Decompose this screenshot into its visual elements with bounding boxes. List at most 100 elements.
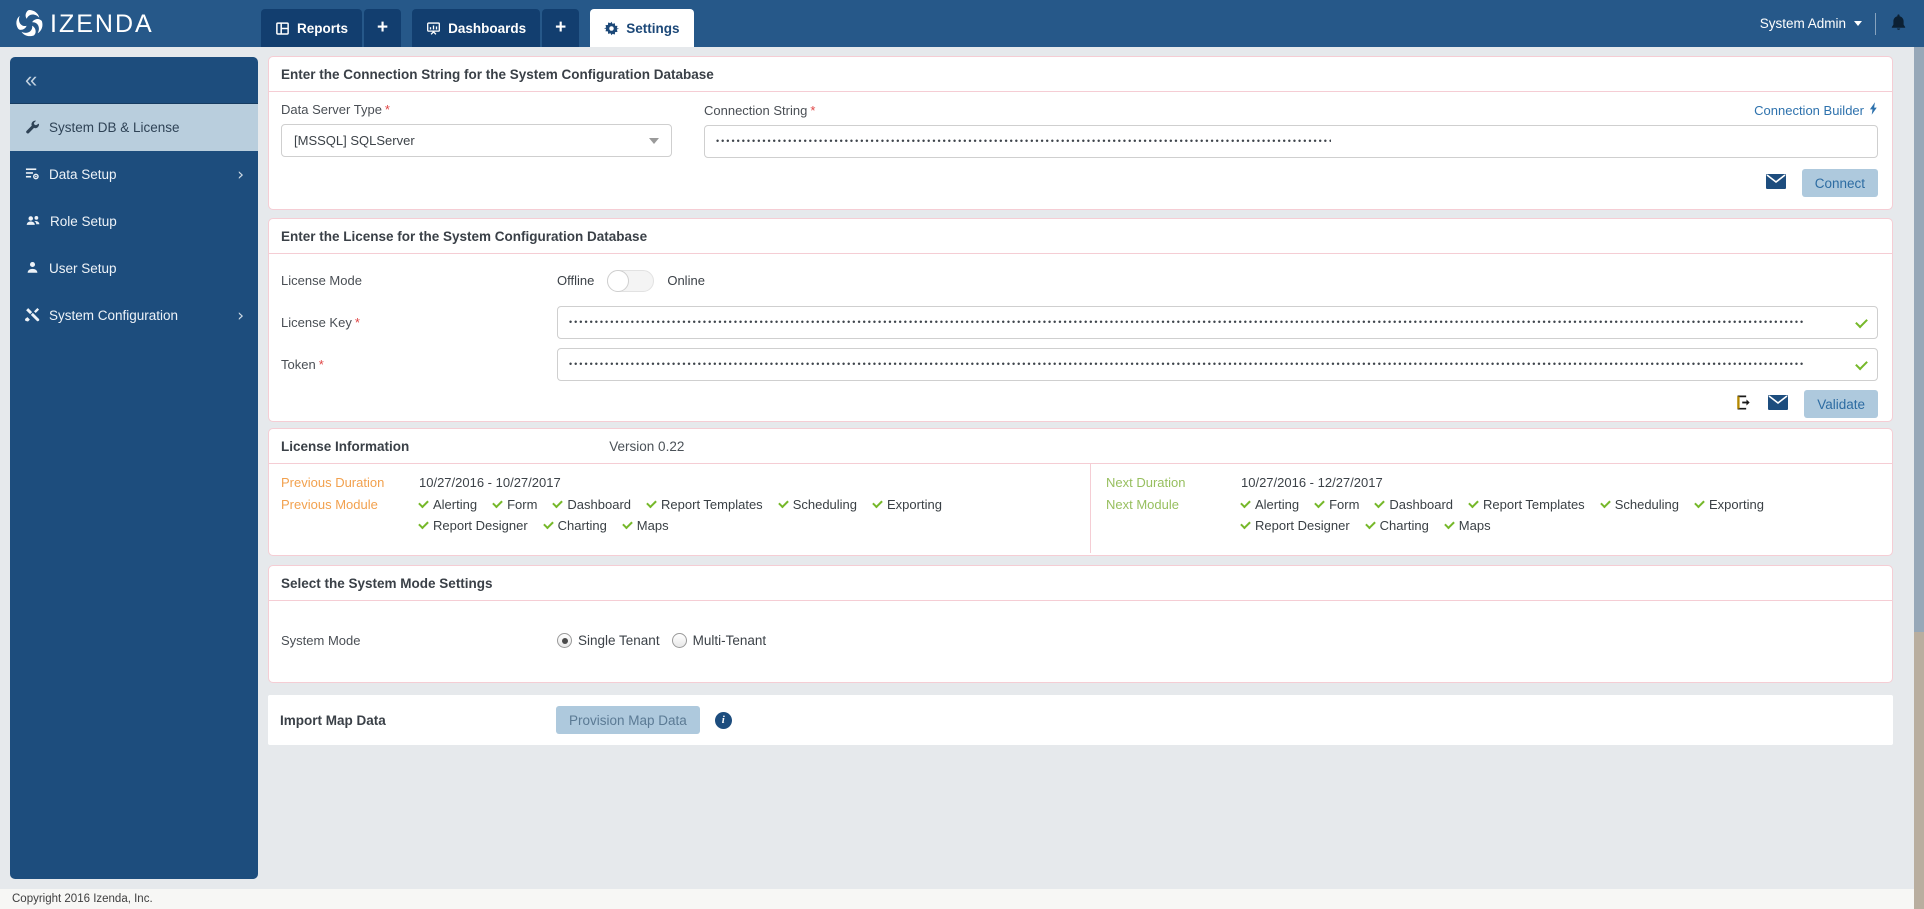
connect-button[interactable]: Connect bbox=[1801, 169, 1878, 197]
module-item: Dashboard bbox=[552, 497, 631, 512]
sidebar-item-system-db-license[interactable]: System DB & License bbox=[10, 104, 258, 151]
sidebar-item-system-configuration[interactable]: System Configuration › bbox=[10, 292, 258, 339]
izenda-logo[interactable]: IZENDA bbox=[14, 8, 154, 41]
required-asterisk: * bbox=[318, 357, 324, 372]
tab-add-dashboard[interactable]: + bbox=[542, 9, 580, 47]
check-icon bbox=[1694, 497, 1705, 509]
sidebar-item-data-setup[interactable]: Data Setup › bbox=[10, 151, 258, 198]
sidebar-item-user-setup[interactable]: User Setup bbox=[10, 245, 258, 292]
user-menu[interactable]: System Admin bbox=[1760, 16, 1862, 31]
tab-settings-label: Settings bbox=[626, 20, 680, 36]
module-item: Maps bbox=[1443, 518, 1491, 533]
tab-dashboards[interactable]: Dashboards bbox=[412, 9, 541, 47]
export-icon bbox=[1735, 394, 1752, 414]
email-license-button[interactable] bbox=[1768, 395, 1789, 413]
license-mode-label: License Mode bbox=[281, 273, 362, 288]
tab-settings[interactable]: Settings bbox=[590, 9, 694, 47]
module-item: Alerting bbox=[1240, 497, 1299, 512]
wrench-icon bbox=[25, 119, 40, 137]
connection-string-panel: Enter the Connection String for the Syst… bbox=[268, 56, 1893, 210]
previous-duration-value: 10/27/2016 - 10/27/2017 bbox=[419, 475, 561, 490]
collapse-chevrons-icon: « bbox=[25, 67, 38, 92]
copyright-text: Copyright 2016 Izenda, Inc. bbox=[12, 893, 153, 905]
radio-single-tenant[interactable]: Single Tenant bbox=[557, 633, 660, 648]
chevron-right-icon: › bbox=[237, 305, 244, 326]
topbar-divider bbox=[1875, 12, 1876, 35]
check-icon bbox=[1240, 518, 1251, 530]
sidebar-item-label: Role Setup bbox=[50, 214, 117, 229]
next-license-column: Next Duration 10/27/2016 - 12/27/2017 Ne… bbox=[1091, 464, 1892, 553]
topbar-right: System Admin bbox=[1760, 0, 1908, 47]
data-server-type-value: [MSSQL] SQLServer bbox=[294, 133, 415, 148]
export-license-button[interactable] bbox=[1735, 394, 1752, 414]
check-icon bbox=[777, 497, 789, 509]
gear-icon bbox=[604, 21, 620, 36]
connection-string-label: Connection String * bbox=[704, 102, 816, 118]
connection-builder-link[interactable]: Connection Builder bbox=[1754, 102, 1878, 118]
tab-dashboards-label: Dashboards bbox=[448, 20, 527, 36]
logo-text: IZENDA bbox=[50, 10, 154, 38]
sidebar: « System DB & License Data Setup › Role … bbox=[10, 57, 258, 879]
module-item: Scheduling bbox=[777, 497, 857, 512]
info-icon[interactable] bbox=[714, 711, 732, 729]
system-mode-panel: Select the System Mode Settings System M… bbox=[268, 565, 1893, 683]
provision-map-data-button[interactable]: Provision Map Data bbox=[556, 706, 700, 734]
radio-multi-tenant[interactable]: Multi-Tenant bbox=[671, 633, 766, 648]
previous-modules-list: Alerting Form Dashboard Report Templates… bbox=[418, 497, 942, 533]
report-icon bbox=[275, 21, 290, 36]
check-icon bbox=[646, 497, 657, 509]
tab-reports[interactable]: Reports bbox=[261, 9, 363, 47]
check-icon bbox=[1314, 497, 1325, 509]
license-info-panel: License Information Version 0.22 Previou… bbox=[268, 428, 1893, 556]
connection-string-input[interactable]: ••••••••••••••••••••••••••••••••••••••••… bbox=[704, 125, 1878, 158]
license-panel: Enter the License for the System Configu… bbox=[268, 218, 1893, 422]
data-setup-list-gear-icon bbox=[25, 166, 40, 184]
sidebar-item-role-setup[interactable]: Role Setup bbox=[10, 198, 258, 245]
previous-duration-label: Previous Duration bbox=[281, 475, 385, 490]
online-label: Online bbox=[667, 273, 705, 288]
next-duration-label: Next Duration bbox=[1106, 475, 1186, 490]
user-icon bbox=[25, 260, 40, 278]
valid-check-icon bbox=[1855, 315, 1868, 328]
check-icon bbox=[1364, 518, 1376, 530]
license-mode-toggle[interactable] bbox=[607, 269, 655, 292]
connection-string-masked-value: ••••••••••••••••••••••••••••••••••••••••… bbox=[716, 136, 1331, 146]
check-icon bbox=[1240, 497, 1251, 509]
dashboard-icon bbox=[426, 21, 441, 36]
system-mode-label: System Mode bbox=[281, 633, 361, 648]
token-input[interactable]: ••••••••••••••••••••••••••••••••••••••••… bbox=[557, 348, 1878, 381]
envelope-icon bbox=[1768, 395, 1789, 413]
system-mode-panel-title: Select the System Mode Settings bbox=[269, 566, 1892, 601]
license-key-input[interactable]: ••••••••••••••••••••••••••••••••••••••••… bbox=[557, 306, 1878, 339]
module-item: Report Designer bbox=[418, 518, 528, 533]
module-item: Alerting bbox=[418, 497, 477, 512]
check-icon bbox=[872, 497, 883, 509]
plus-icon: + bbox=[377, 17, 389, 38]
select-caret-icon bbox=[649, 137, 659, 144]
tools-icon bbox=[25, 307, 40, 325]
users-group-icon bbox=[25, 213, 41, 231]
data-server-type-select[interactable]: [MSSQL] SQLServer bbox=[281, 124, 672, 157]
required-asterisk: * bbox=[354, 315, 360, 330]
vertical-scrollbar[interactable] bbox=[1914, 47, 1924, 909]
module-item: Form bbox=[1314, 497, 1359, 512]
module-item: Dashboard bbox=[1374, 497, 1453, 512]
validate-button[interactable]: Validate bbox=[1804, 390, 1878, 418]
previous-license-column: Previous Duration 10/27/2016 - 10/27/201… bbox=[269, 464, 1091, 553]
required-asterisk: * bbox=[384, 102, 390, 117]
sidebar-item-label: Data Setup bbox=[49, 167, 117, 182]
sidebar-collapse-button[interactable]: « bbox=[10, 57, 258, 104]
notifications-bell-icon[interactable] bbox=[1889, 13, 1908, 35]
license-info-title: License Information bbox=[281, 439, 410, 454]
valid-check-icon bbox=[1855, 357, 1868, 370]
chevron-down-icon bbox=[1854, 21, 1862, 26]
check-icon bbox=[1443, 518, 1455, 530]
check-icon bbox=[418, 518, 429, 530]
next-duration-value: 10/27/2016 - 12/27/2017 bbox=[1241, 475, 1383, 490]
module-item: Report Designer bbox=[1240, 518, 1350, 533]
tab-add-report[interactable]: + bbox=[364, 9, 402, 47]
scrollbar-thumb[interactable] bbox=[1914, 47, 1924, 632]
izenda-pinwheel-icon bbox=[14, 8, 44, 41]
license-key-label: License Key * bbox=[281, 315, 360, 330]
email-connection-button[interactable] bbox=[1765, 174, 1786, 192]
